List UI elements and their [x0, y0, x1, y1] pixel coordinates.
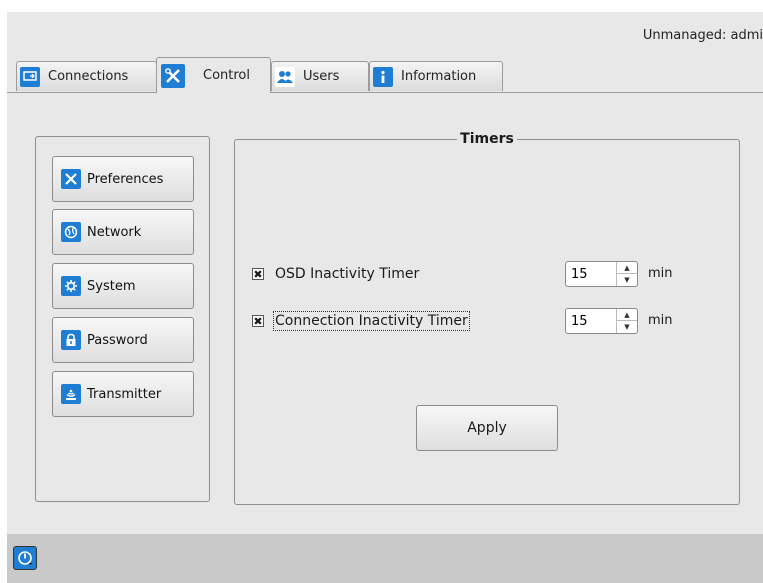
decrement-arrow-icon[interactable]: ▼	[617, 274, 637, 286]
tab-bar-divider	[7, 92, 763, 93]
sidebar-item-transmitter[interactable]: Transmitter	[52, 371, 194, 417]
control-sidebar: Preferences Network System Password Tran…	[35, 136, 210, 502]
tab-information[interactable]: Information	[369, 61, 503, 91]
decrement-arrow-icon[interactable]: ▼	[617, 321, 637, 333]
tab-control[interactable]: Control	[156, 57, 271, 93]
connection-inactivity-input[interactable]	[569, 310, 617, 332]
increment-arrow-icon[interactable]: ▲	[617, 309, 637, 321]
bottom-bar	[7, 534, 763, 583]
power-menu-button[interactable]	[13, 546, 37, 570]
osd-inactivity-spinbox[interactable]: ▲ ▼	[565, 261, 638, 287]
osd-inactivity-unit: min	[648, 266, 673, 281]
globe-icon	[61, 222, 81, 242]
check-mark-icon: ✖	[253, 267, 263, 281]
connection-inactivity-stepper[interactable]: ▲ ▼	[616, 309, 637, 333]
check-mark-icon: ✖	[253, 314, 263, 328]
power-icon	[18, 551, 32, 565]
connection-inactivity-unit: min	[648, 313, 673, 328]
sidebar-item-password[interactable]: Password	[52, 317, 194, 363]
increment-arrow-icon[interactable]: ▲	[617, 262, 637, 274]
app-window: Unmanaged: admi Connections Control User…	[7, 12, 763, 583]
transmitter-icon	[61, 384, 81, 404]
timers-group-title: Timers	[457, 131, 517, 147]
tools-icon	[161, 63, 185, 88]
tools-icon	[61, 169, 81, 189]
connection-inactivity-checkbox[interactable]: ✖	[252, 315, 264, 327]
connection-inactivity-spinbox[interactable]: ▲ ▼	[565, 308, 638, 334]
info-icon	[373, 66, 393, 87]
sidebar-item-label: System	[87, 278, 136, 294]
tab-connections[interactable]: Connections	[16, 61, 157, 91]
sidebar-item-preferences[interactable]: Preferences	[52, 156, 194, 202]
osd-inactivity-input[interactable]	[569, 263, 617, 285]
tab-control-label: Control	[203, 68, 250, 83]
sidebar-item-label: Preferences	[87, 171, 164, 187]
tab-users[interactable]: Users	[271, 61, 369, 91]
tab-connections-label: Connections	[48, 69, 129, 84]
gear-icon	[61, 276, 81, 296]
connection-inactivity-label: Connection Inactivity Timer	[273, 311, 470, 331]
sidebar-item-network[interactable]: Network	[52, 209, 194, 255]
osd-inactivity-label: OSD Inactivity Timer	[275, 266, 420, 282]
sidebar-item-system[interactable]: System	[52, 263, 194, 309]
osd-inactivity-stepper[interactable]: ▲ ▼	[616, 262, 637, 286]
timers-group: Timers ✖ OSD Inactivity Timer ▲ ▼ min ✖ …	[234, 131, 740, 505]
users-icon	[275, 66, 295, 87]
sidebar-item-label: Transmitter	[87, 386, 162, 402]
status-user-label: Unmanaged: admi	[642, 28, 763, 43]
connections-icon	[20, 66, 40, 87]
lock-icon	[61, 330, 81, 350]
osd-inactivity-checkbox[interactable]: ✖	[252, 268, 264, 280]
tab-users-label: Users	[303, 69, 340, 84]
sidebar-item-label: Network	[87, 224, 142, 240]
apply-button[interactable]: Apply	[416, 405, 558, 451]
tab-information-label: Information	[401, 69, 477, 84]
sidebar-item-label: Password	[87, 332, 148, 348]
